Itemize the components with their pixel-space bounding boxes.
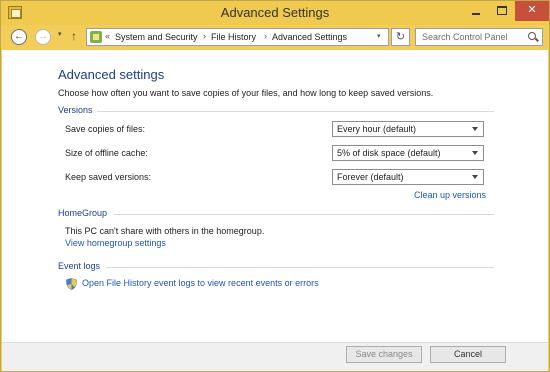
close-button[interactable]: ✕	[515, 1, 549, 21]
dialog-footer: Save changes Cancel	[2, 342, 548, 371]
up-arrow-icon[interactable]: ↑	[71, 29, 77, 43]
keep-versions-value: Forever (default)	[337, 172, 404, 182]
event-logs-heading: Event logs	[58, 261, 101, 271]
save-copies-value: Every hour (default)	[337, 124, 417, 134]
address-dropdown-icon[interactable]: ▾	[377, 32, 381, 40]
clean-up-versions-link[interactable]: Clean up versions	[414, 190, 486, 200]
page-title: Advanced settings	[58, 67, 165, 82]
maximize-icon	[497, 6, 507, 15]
forward-arrow-icon: →	[38, 31, 48, 42]
keep-versions-label: Keep saved versions:	[65, 172, 152, 182]
versions-divider	[97, 111, 494, 112]
save-copies-dropdown[interactable]: Every hour (default)	[332, 121, 484, 137]
breadcrumb-separator-icon[interactable]: ›	[264, 31, 267, 41]
offline-cache-label: Size of offline cache:	[65, 148, 148, 158]
refresh-button[interactable]: ↻	[391, 28, 410, 46]
main-content: Advanced settings Choose how often you w…	[2, 50, 548, 342]
navigation-bar: ← → ▾ ↑ « System and Security › File His…	[1, 25, 549, 49]
view-homegroup-settings-link[interactable]: View homegroup settings	[65, 238, 166, 248]
search-box[interactable]: Search Control Panel	[415, 28, 543, 46]
chevron-down-icon	[472, 127, 478, 131]
offline-cache-value: 5% of disk space (default)	[337, 148, 441, 158]
offline-cache-dropdown[interactable]: 5% of disk space (default)	[332, 145, 484, 161]
close-icon: ✕	[527, 4, 537, 16]
homegroup-heading: HomeGroup	[58, 208, 108, 218]
event-logs-divider	[106, 267, 494, 268]
breadcrumb-separator-icon[interactable]: ›	[203, 31, 206, 41]
back-button[interactable]: ←	[11, 29, 27, 45]
back-arrow-icon: ←	[14, 31, 24, 42]
control-panel-folder-icon	[90, 31, 102, 43]
address-bar[interactable]: « System and Security › File History › A…	[86, 28, 389, 46]
forward-button[interactable]: →	[35, 29, 51, 45]
save-copies-label: Save copies of files:	[65, 124, 146, 134]
open-event-logs-link[interactable]: Open File History event logs to view rec…	[82, 278, 319, 288]
breadcrumb-file-history[interactable]: File History	[211, 32, 256, 42]
versions-heading: Versions	[58, 105, 93, 115]
recent-locations-icon[interactable]: ▾	[58, 30, 62, 38]
file-history-window: Advanced Settings ✕ ← → ▾ ↑ « System and…	[0, 0, 550, 372]
minimize-button[interactable]	[463, 1, 489, 21]
chevron-down-icon	[472, 151, 478, 155]
admin-shield-icon	[66, 278, 77, 290]
homegroup-status: This PC can't share with others in the h…	[65, 226, 265, 236]
homegroup-divider	[114, 214, 494, 215]
breadcrumb-advanced-settings[interactable]: Advanced Settings	[272, 32, 347, 42]
refresh-icon: ↻	[395, 31, 406, 43]
chevron-down-icon	[472, 175, 478, 179]
maximize-button[interactable]	[489, 1, 515, 21]
breadcrumb-overflow-icon[interactable]: «	[105, 31, 110, 41]
cancel-button[interactable]: Cancel	[430, 346, 506, 363]
keep-versions-dropdown[interactable]: Forever (default)	[332, 169, 484, 185]
save-changes-button[interactable]: Save changes	[346, 346, 422, 363]
title-bar: Advanced Settings ✕	[1, 1, 549, 25]
search-icon[interactable]	[528, 32, 536, 40]
search-input[interactable]: Search Control Panel	[422, 32, 508, 42]
breadcrumb-system-and-security[interactable]: System and Security	[115, 32, 198, 42]
page-description: Choose how often you want to save copies…	[58, 88, 434, 98]
minimize-icon	[472, 13, 480, 15]
